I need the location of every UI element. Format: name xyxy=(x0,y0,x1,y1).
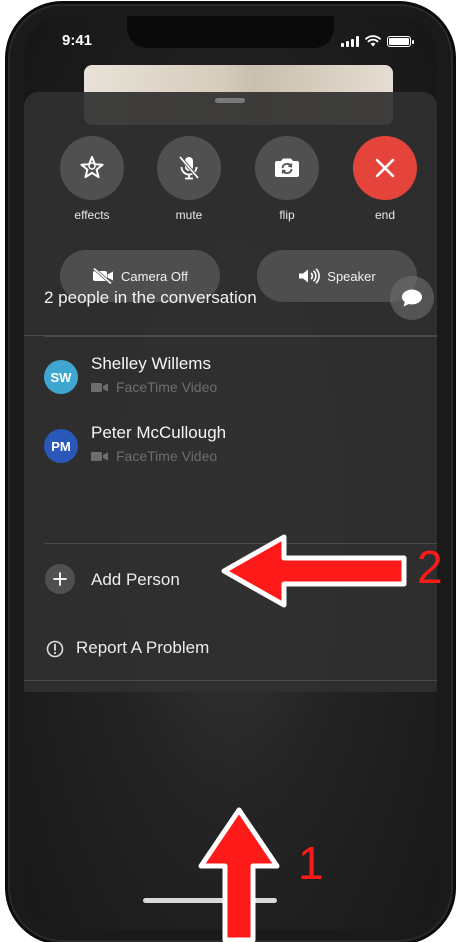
avatar: SW xyxy=(44,360,78,394)
effects-label: effects xyxy=(74,208,110,222)
participant-subtitle: FaceTime Video xyxy=(116,379,218,395)
status-icons xyxy=(341,35,414,47)
annotation-number-1: 1 xyxy=(298,837,324,889)
notch xyxy=(127,16,334,48)
effects-circle xyxy=(60,136,124,200)
phone-frame: 9:41 effects mute flip end Camera Off Sp… xyxy=(10,6,451,940)
participant-name[interactable]: Peter McCullough xyxy=(91,423,226,443)
add-person-button[interactable] xyxy=(45,564,75,594)
battery-icon xyxy=(387,35,414,47)
participant-name[interactable]: Shelley Willems xyxy=(91,354,211,374)
speaker-label: Speaker xyxy=(327,268,376,284)
alert-circle-icon xyxy=(46,640,64,658)
plus-icon xyxy=(53,572,67,586)
up-arrow-annotation xyxy=(198,807,280,942)
end-label: end xyxy=(374,208,396,222)
video-slash-icon xyxy=(93,268,114,284)
camera-flip-icon xyxy=(275,158,299,177)
video-camera-icon xyxy=(91,382,108,392)
end-call-button[interactable]: end xyxy=(353,136,417,226)
message-bubble-icon xyxy=(402,289,422,307)
facetime-screen: 9:41 effects mute flip end Camera Off Sp… xyxy=(24,16,437,930)
participant-subtitle: FaceTime Video xyxy=(116,448,218,464)
avatar: PM xyxy=(44,429,78,463)
flip-circle xyxy=(255,136,319,200)
close-icon xyxy=(375,158,395,178)
effects-button[interactable]: effects xyxy=(60,136,124,226)
left-arrow-annotation xyxy=(221,534,407,608)
sheet-grabber[interactable] xyxy=(215,98,245,103)
status-time: 9:41 xyxy=(62,32,93,49)
signal-icon xyxy=(341,35,359,47)
flip-button[interactable]: flip xyxy=(255,136,319,226)
speaker-icon xyxy=(299,268,321,284)
camera-off-label: Camera Off xyxy=(121,268,188,284)
divider xyxy=(24,680,437,681)
mute-label: mute xyxy=(175,208,203,222)
mute-button[interactable]: mute xyxy=(157,136,221,226)
mute-circle xyxy=(157,136,221,200)
flip-label: flip xyxy=(279,208,295,222)
participant-status: FaceTime Video xyxy=(91,448,217,464)
report-problem-button[interactable]: Report A Problem xyxy=(76,638,209,658)
message-button[interactable] xyxy=(390,276,434,320)
participant-status: FaceTime Video xyxy=(91,379,217,395)
end-call-circle xyxy=(353,136,417,200)
star-effects-icon xyxy=(80,156,104,179)
mic-slash-icon xyxy=(178,155,200,180)
add-person-label[interactable]: Add Person xyxy=(91,570,180,590)
divider xyxy=(44,336,437,337)
wifi-icon xyxy=(365,35,381,47)
video-camera-icon xyxy=(91,451,108,461)
conversation-count: 2 people in the conversation xyxy=(44,288,257,307)
annotation-number-2: 2 xyxy=(417,541,443,593)
